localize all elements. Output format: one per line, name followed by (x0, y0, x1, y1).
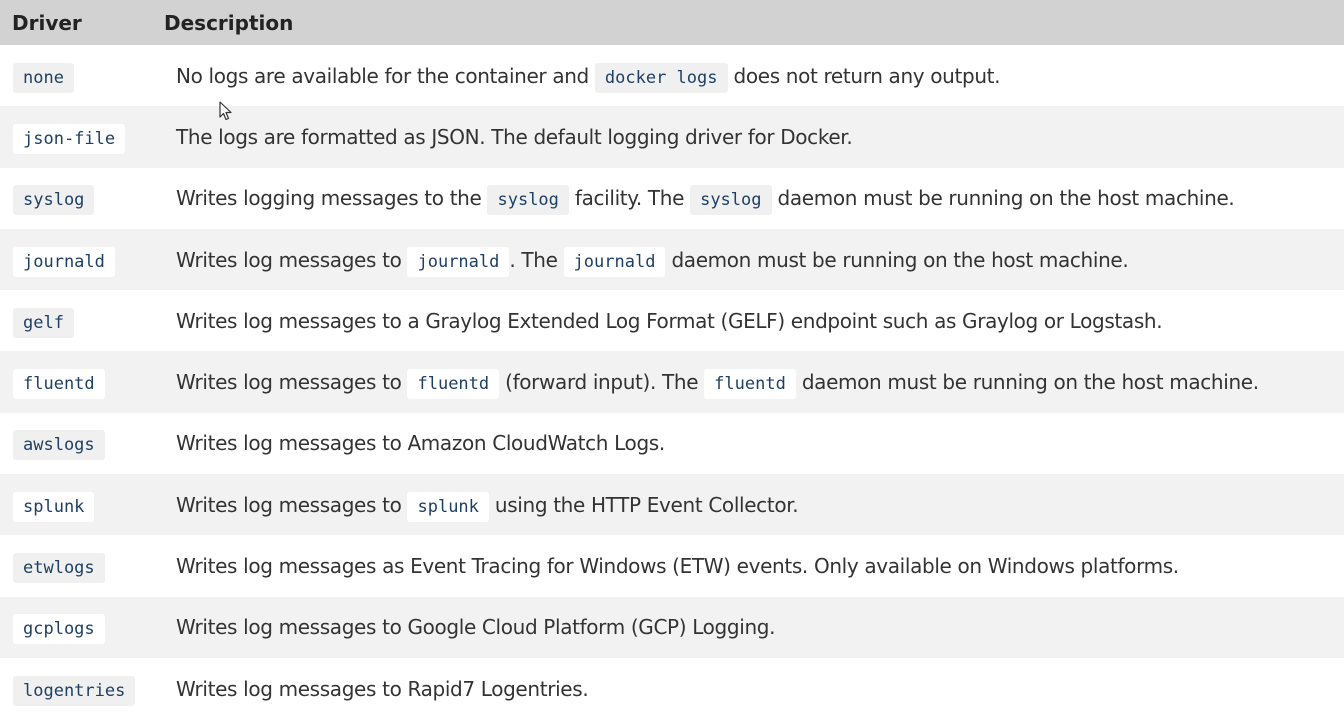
description-cell: The logs are formatted as JSON. The defa… (176, 125, 1344, 149)
inline-code: syslog (487, 185, 569, 216)
inline-code: syslog (690, 185, 772, 216)
description-text: Writes log messages to Google Cloud Plat… (176, 615, 776, 640)
description-text: Writes log messages to (176, 370, 408, 395)
description-text: daemon must be running on the host machi… (795, 370, 1259, 395)
description-text: Writes logging messages to the (176, 186, 488, 211)
description-cell: Writes log messages to fluentd (forward … (176, 369, 1344, 400)
description-text: Writes log messages to (176, 492, 408, 517)
driver-name-code: splunk (13, 491, 95, 522)
description-text: The logs are formatted as JSON. The defa… (176, 124, 853, 149)
driver-cell: syslog (0, 185, 176, 216)
description-cell: Writes log messages to Google Cloud Plat… (176, 615, 1344, 639)
table-row: journald Writes log messages to journald.… (0, 228, 1344, 291)
description-text: No logs are available for the container … (176, 63, 595, 88)
driver-name-code: syslog (13, 185, 95, 216)
header-description: Description (164, 10, 294, 35)
description-cell: Writes log messages to Amazon CloudWatch… (176, 431, 1344, 455)
driver-cell: gelf (0, 307, 176, 338)
description-cell: No logs are available for the container … (176, 62, 1344, 93)
description-text: Writes log messages as Event Tracing for… (176, 554, 1179, 579)
description-text: . The (509, 247, 564, 272)
driver-name-code: awslogs (13, 430, 105, 461)
table-row: splunk Writes log messages to splunk usin… (0, 474, 1344, 536)
description-cell: Writes log messages to splunk using the … (176, 491, 1344, 522)
header-driver: Driver (12, 10, 82, 35)
driver-cell: awslogs (0, 430, 176, 461)
description-text: Writes log messages to Rapid7 Logentries… (176, 676, 589, 701)
table-header: Driver Description (0, 0, 1344, 45)
description-cell: Writes log messages to journald. The jou… (176, 246, 1344, 277)
driver-name-code: gcplogs (13, 614, 105, 645)
driver-name-code: journald (13, 246, 115, 277)
inline-code: journald (563, 246, 666, 277)
logging-drivers-table: Driver Description none No logs are avail… (0, 0, 1344, 720)
driver-cell: fluentd (0, 369, 176, 400)
table-row: gcplogs Writes log messages to Google Clo… (0, 596, 1344, 658)
description-text: Writes log messages to Amazon CloudWatch… (176, 431, 665, 456)
description-text: does not return any output. (727, 63, 1001, 88)
table-row: etwlogs Writes log messages as Event Trac… (0, 535, 1344, 597)
table-row: logentries Writes log messages to Rapid7 … (0, 657, 1344, 720)
table-row: fluentd Writes log messages to fluentd (f… (0, 351, 1344, 413)
driver-name-code: logentries (13, 675, 136, 706)
inline-code: docker logs (594, 62, 728, 93)
driver-cell: none (0, 62, 176, 93)
driver-cell: json-file (0, 123, 176, 154)
driver-name-code: gelf (13, 307, 74, 338)
driver-cell: gcplogs (0, 614, 176, 645)
table-row: json-file The logs are formatted as JSON.… (0, 106, 1344, 168)
table-row: gelf Writes log messages to a Graylog Ext… (0, 290, 1344, 352)
table-row: none No logs are available for the contai… (0, 45, 1344, 107)
inline-code: journald (407, 246, 510, 277)
driver-name-code: etwlogs (13, 553, 105, 584)
table-row: awslogs Writes log messages to Amazon Clo… (0, 412, 1344, 475)
driver-name-code: json-file (13, 123, 126, 154)
description-text: using the HTTP Event Collector. (488, 492, 799, 517)
driver-name-code: none (13, 62, 74, 93)
description-cell: Writes logging messages to the syslog fa… (176, 185, 1344, 216)
driver-cell: etwlogs (0, 553, 176, 584)
description-text: daemon must be running on the host machi… (665, 247, 1129, 272)
description-text: Writes log messages to (176, 247, 408, 272)
description-cell: Writes log messages to Rapid7 Logentries… (176, 677, 1344, 701)
driver-name-code: fluentd (13, 369, 105, 400)
driver-cell: splunk (0, 491, 176, 522)
table-body: none No logs are available for the contai… (0, 45, 1344, 720)
driver-cell: journald (0, 246, 176, 277)
description-text: facility. The (568, 186, 691, 211)
description-text: Writes log messages to a Graylog Extende… (176, 308, 1163, 333)
description-cell: Writes log messages to a Graylog Extende… (176, 309, 1344, 333)
description-text: daemon must be running on the host machi… (771, 186, 1235, 211)
driver-cell: logentries (0, 675, 176, 706)
description-cell: Writes log messages as Event Tracing for… (176, 554, 1344, 578)
inline-code: fluentd (704, 369, 796, 400)
table-row: syslog Writes logging messages to the sys… (0, 167, 1344, 229)
inline-code: fluentd (407, 369, 500, 400)
inline-code: splunk (407, 491, 489, 522)
description-text: (forward input). The (499, 370, 705, 395)
